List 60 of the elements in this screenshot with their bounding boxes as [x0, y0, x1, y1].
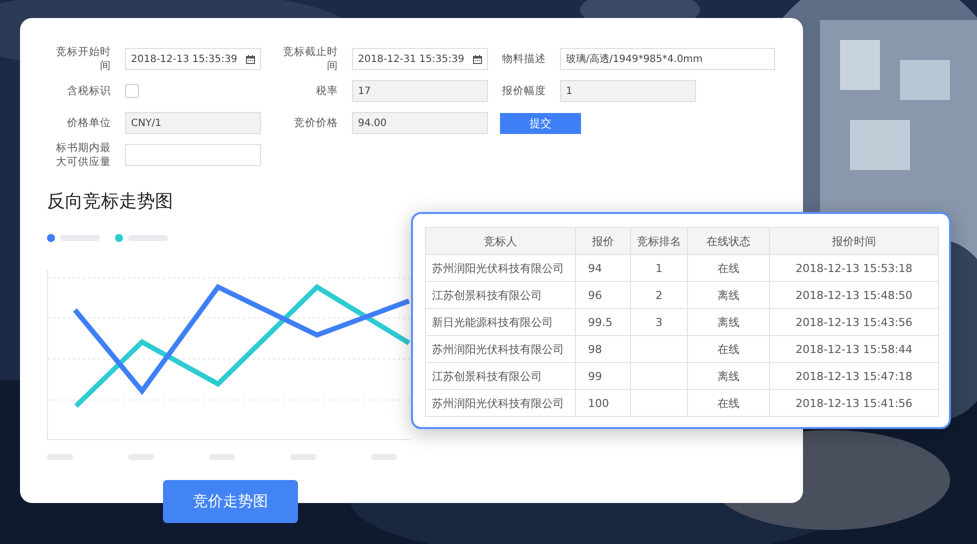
input-field[interactable]: 94.00: [352, 112, 488, 134]
table-cell: 2018-12-13 15:41:56: [770, 390, 938, 416]
table-cell: 99: [576, 362, 630, 390]
table-cell: 100: [576, 390, 630, 416]
table-cell: 离线: [688, 308, 770, 336]
table-cell: 2018-12-13 15:58:44: [770, 336, 938, 362]
field-label: 价格单位: [67, 116, 112, 130]
table-cell: 2018-12-13 15:43:56: [770, 308, 938, 336]
input-field[interactable]: 17: [352, 80, 488, 102]
chart-title: 反向竞标走势图: [47, 190, 174, 213]
table-cell: 苏州润阳光伏科技有限公司: [426, 390, 576, 416]
field-label: 标书期内最大可供应量: [55, 141, 112, 169]
table-cell: 2018-12-13 15:47:18: [770, 362, 938, 390]
calendar-icon: [473, 54, 482, 64]
table-cell: 在线: [688, 336, 770, 362]
calendar-icon: [246, 54, 255, 64]
legend-dot: [47, 234, 55, 242]
table-cell: 江苏创景科技有限公司: [426, 282, 576, 308]
field-label: 竞标截止时间: [282, 45, 339, 73]
checkbox[interactable]: [125, 84, 139, 98]
table-cell: 3: [630, 308, 688, 336]
table-cell: 2018-12-13 15:53:18: [770, 254, 938, 282]
table-cell: 离线: [688, 362, 770, 390]
table-cell: 99.5: [576, 308, 630, 336]
submit-button[interactable]: 提交: [500, 112, 581, 134]
table-cell: 离线: [688, 282, 770, 308]
field-label: 含税标识: [67, 84, 112, 98]
input-field[interactable]: CNY/1: [125, 112, 261, 134]
date-field[interactable]: 2018-12-13 15:35:39: [125, 48, 261, 70]
input-field[interactable]: 玻璃/高透/1949*985*4.0mm: [560, 48, 775, 70]
table-cell: 98: [576, 336, 630, 362]
table-cell: 苏州润阳光伏科技有限公司: [426, 336, 576, 362]
column-header: 报价时间: [770, 228, 938, 254]
table-cell: 94: [576, 254, 630, 282]
table-cell: 新日光能源科技有限公司: [426, 308, 576, 336]
legend-dot: [115, 234, 123, 242]
table-cell: [630, 336, 688, 362]
table-cell: 2018-12-13 15:48:50: [770, 282, 938, 308]
field-label: 竞标开始时间: [55, 45, 112, 73]
field-label: 竞价价格: [294, 116, 339, 130]
table-cell: 苏州润阳光伏科技有限公司: [426, 254, 576, 282]
field-label: 税率: [316, 84, 339, 98]
field-label: 报价幅度: [502, 84, 547, 98]
trend-chart-button[interactable]: 竞价走势图: [163, 480, 298, 523]
table-cell: 江苏创景科技有限公司: [426, 362, 576, 390]
column-header: 竞标人: [426, 228, 576, 254]
date-field[interactable]: 2018-12-31 15:35:39: [352, 48, 488, 70]
table-cell: 2: [630, 282, 688, 308]
column-header: 报价: [576, 228, 630, 254]
column-header: 竞标排名: [630, 228, 688, 254]
input-field[interactable]: 1: [560, 80, 696, 102]
table-cell: 在线: [688, 254, 770, 282]
column-header: 在线状态: [688, 228, 770, 254]
table-cell: [630, 390, 688, 416]
table-cell: 1: [630, 254, 688, 282]
table-cell: 96: [576, 282, 630, 308]
input-field[interactable]: [125, 144, 261, 166]
table-cell: [630, 362, 688, 390]
field-label: 物料描述: [502, 52, 547, 66]
table-cell: 在线: [688, 390, 770, 416]
